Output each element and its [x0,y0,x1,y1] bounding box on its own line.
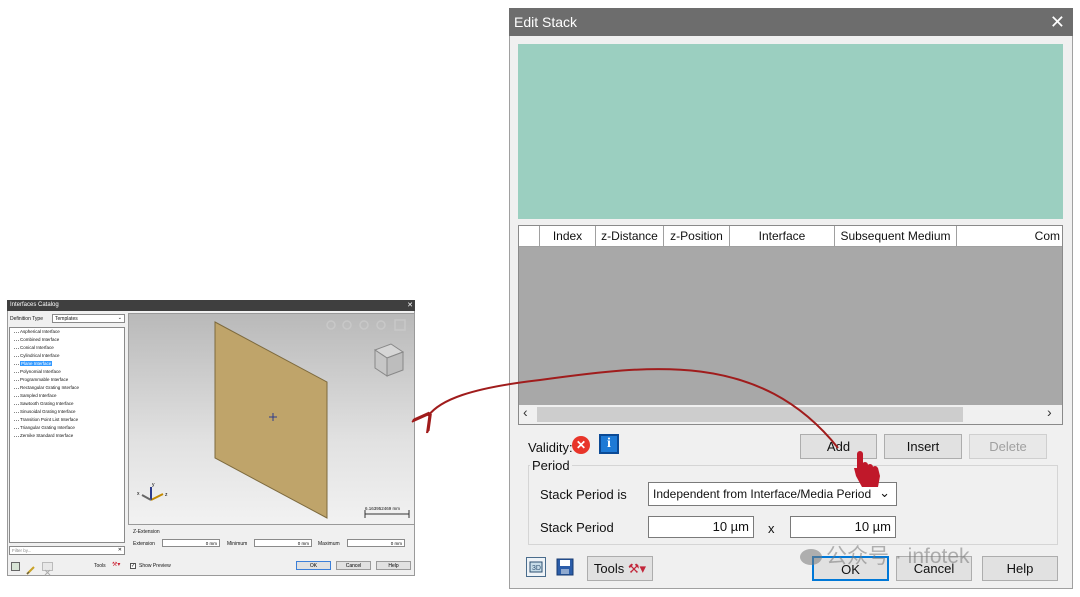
watermark: 公众号 · infotek [800,540,970,570]
annotation-overlay [0,368,880,487]
wechat-icon [800,549,822,566]
hand-cursor-icon [854,451,880,487]
watermark-text: 公众号 · infotek [826,545,970,568]
annotation-arrow [428,368,839,449]
screenshot-root: Interfaces Catalog ✕ Definition Type Tem… [0,0,1080,597]
